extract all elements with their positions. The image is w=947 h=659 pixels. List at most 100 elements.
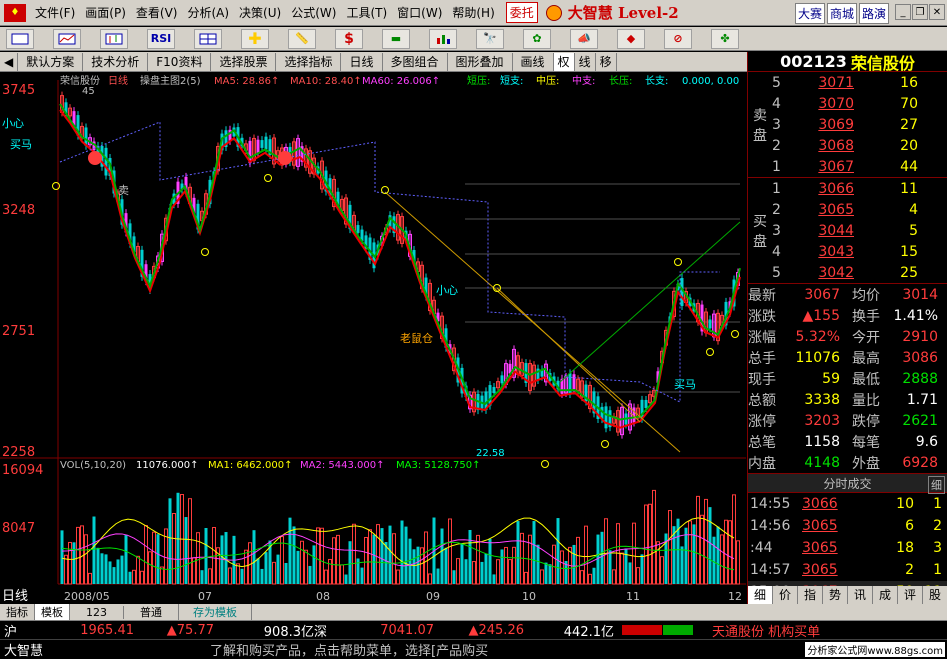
new-window-icon[interactable] [6,28,34,49]
tab-normal[interactable]: 普通 [124,604,179,620]
menu-screen[interactable]: 画面(P) [80,4,131,21]
menu-analysis[interactable]: 分析(A) [182,4,234,21]
tab-rights[interactable]: 权 [553,52,575,71]
save-template-button[interactable]: 存为模板 [179,604,252,620]
stat-value: 3067 [804,286,840,303]
volume-bar [156,534,160,584]
tab-select-indicator[interactable]: 选择指标 [276,52,342,71]
quote-tab[interactable]: 价 [773,586,798,604]
news-ticker[interactable]: 天通股份 机构买单 [712,621,820,640]
menu-formula[interactable]: 公式(W) [286,4,341,21]
minimize-icon[interactable]: _ [895,4,911,20]
quote-tab[interactable]: 指 [798,586,823,604]
buy-level-row[interactable]: 5 3042 25 [772,262,947,283]
trade-row[interactable]: :44 3065 18 3 [748,537,947,559]
long-support-label: 长支: [645,75,668,87]
quote-tab[interactable]: 评 [898,586,923,604]
kline-icon[interactable] [100,28,128,49]
sell-price[interactable]: 3067 [802,159,862,175]
sell-level-row[interactable]: 3 3069 27 [772,114,947,135]
tab-default-scheme[interactable]: 默认方案 [18,52,84,71]
tab-indicator[interactable]: 指标 [0,604,35,620]
roadshow-button[interactable]: 路演 [858,3,889,24]
buy-level-row[interactable]: 2 3065 4 [772,199,947,220]
marquee-bar: 大智慧 了解和购买产品，点击帮助菜单，选择[产品购买 分析家公式网www.88g… [0,639,947,659]
menu-decision[interactable]: 决策(U) [234,4,286,21]
tab-line[interactable]: 线 [575,52,596,71]
dollar-icon[interactable]: $ [335,28,363,49]
tab-f10[interactable]: F10资料 [148,52,212,71]
crosshair-icon[interactable]: ✚ [241,28,269,49]
sell-price[interactable]: 3068 [802,138,862,154]
menu-help[interactable]: 帮助(H) [447,4,499,21]
tab-prev-icon[interactable]: ◀ [0,52,19,71]
quote-tab[interactable]: 势 [823,586,848,604]
restore-icon[interactable]: ❐ [912,4,928,20]
quote-panel: 002123 荣信股份 卖 盘 5 3071 16 4 3070 70 3 3069 27 2 30… [747,52,947,604]
entrust-button[interactable]: 委托 [505,2,538,23]
bar-chart-icon[interactable] [429,28,457,49]
sell-price[interactable]: 3069 [802,117,862,133]
volume-bar [436,568,440,584]
buy-price[interactable]: 3043 [802,244,862,260]
diamond-icon[interactable]: ◆ [617,28,645,49]
chart-svg[interactable]: 荣信股份 日线 操盘主图2(5) MA5: 28.86↑ MA10: 28.40… [0,72,746,604]
menu-view[interactable]: 查看(V) [131,4,183,21]
rsi-icon[interactable]: RSI [147,28,175,49]
buy-price[interactable]: 3066 [802,181,862,197]
stat-key: 涨跌 [748,308,776,325]
grid-icon[interactable] [194,28,222,49]
puzzle-icon[interactable]: ✤ [711,28,739,49]
sell-level-row[interactable]: 4 3070 70 [772,93,947,114]
tab-multi-chart[interactable]: 多图组合 [383,52,448,71]
menu-file[interactable]: 文件(F) [30,4,80,21]
megaphone-icon[interactable]: 📣 [570,28,598,49]
tab-123[interactable]: 123 [70,605,124,619]
volume-bar [168,498,172,584]
menu-window[interactable]: 窗口(W) [392,4,447,21]
mall-button[interactable]: 商城 [826,3,857,24]
volume-bar [440,528,444,584]
kline-chart[interactable]: 荣信股份 日线 操盘主图2(5) MA5: 28.86↑ MA10: 28.40… [0,72,746,604]
tab-template[interactable]: 模板 [35,604,70,620]
link-icon[interactable]: ⊘ [664,28,692,49]
tab-tech-analysis[interactable]: 技术分析 [83,52,149,71]
trend-chart-icon[interactable] [53,28,81,49]
tab-drawline[interactable]: 画线 [513,52,554,71]
sell-price[interactable]: 3070 [802,96,862,112]
money-icon[interactable]: ▬ [382,28,410,49]
buy-price[interactable]: 3042 [802,265,862,281]
sparkle-icon[interactable]: ✿ [523,28,551,49]
marquee-text[interactable]: 了解和购买产品，点击帮助菜单，选择[产品购买 [210,640,730,659]
buy-price[interactable]: 3065 [802,202,862,218]
sell-level-row[interactable]: 2 3068 20 [772,135,947,156]
trade-price: 3065 [802,518,838,534]
buy-price[interactable]: 3044 [802,223,862,239]
trade-row[interactable]: 14:55 3066 10 1 [748,493,947,515]
tab-select-stock[interactable]: 选择股票 [211,52,277,71]
quote-tab[interactable]: 细 [748,586,773,604]
trades-detail-button[interactable]: 细 [928,476,945,494]
buy-level-row[interactable]: 1 3066 11 [772,178,947,199]
quote-tab[interactable]: 股 [923,586,947,604]
buy-level-row[interactable]: 4 3043 15 [772,241,947,262]
buy-level-row[interactable]: 3 3044 5 [772,220,947,241]
level-num: 3 [772,222,781,239]
sell-price[interactable]: 3071 [802,75,862,91]
x-label-0: 2008/05 [64,590,110,603]
tab-move[interactable]: 移 [596,52,617,71]
sell-level-row[interactable]: 1 3067 44 [772,156,947,177]
contest-button[interactable]: 大赛 [794,3,825,24]
ruler-icon[interactable]: 📏 [288,28,316,49]
sell-label: 卖 盘 [753,107,767,144]
close-icon[interactable]: ✕ [929,4,945,20]
tab-daily[interactable]: 日线 [341,52,383,71]
menu-tools[interactable]: 工具(T) [341,4,392,21]
trade-row[interactable]: 14:56 3065 6 2 [748,515,947,537]
tab-overlay[interactable]: 图形叠加 [448,52,513,71]
quote-tab[interactable]: 讯 [848,586,873,604]
quote-tab[interactable]: 成 [873,586,898,604]
binoculars-icon[interactable]: 🔭 [476,28,504,49]
trade-row[interactable]: 14:57 3065 2 1 [748,559,947,581]
sell-level-row[interactable]: 5 3071 16 [772,72,947,93]
